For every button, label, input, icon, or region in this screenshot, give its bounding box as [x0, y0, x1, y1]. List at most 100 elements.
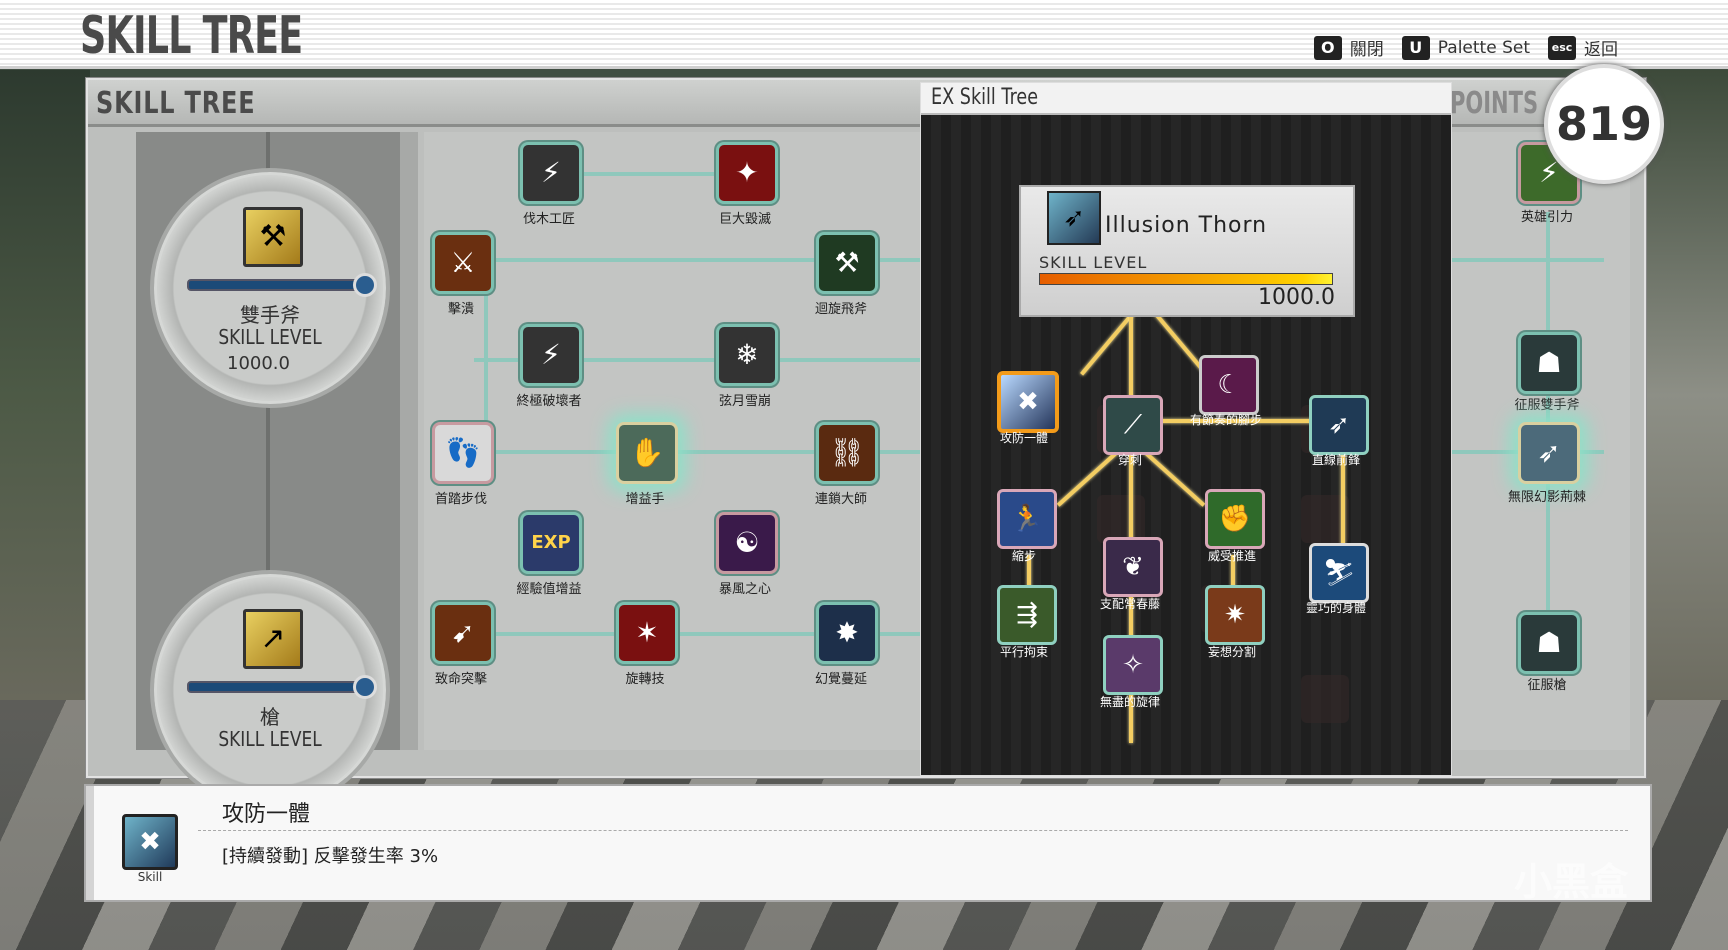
ex-node-11[interactable]: ✧	[1103, 635, 1163, 695]
skill-label: 首踏步伐	[434, 492, 487, 507]
skill-label: 旋轉技	[625, 672, 665, 687]
axe-icon: ⚒	[243, 207, 303, 267]
ex-node-6[interactable]: ✊	[1205, 489, 1265, 549]
skill-label: 巨大毀滅	[718, 212, 771, 227]
weapon-level-label: SKILL LEVEL	[218, 727, 322, 751]
weapon-level-label: SKILL LEVEL	[218, 325, 322, 349]
skill-name: Illusion Thorn	[1105, 213, 1268, 238]
ex-label: 直線前鋒	[1311, 453, 1360, 467]
skill-node-4[interactable]: ⚒	[816, 232, 878, 294]
illusion-thorn-icon: ➶	[1047, 191, 1101, 245]
ex-node-4[interactable]: ➶	[1309, 395, 1369, 455]
ex-grid: ➶ Illusion Thorn SKILL LEVEL 1000.0 ✖ 攻防一…	[921, 115, 1451, 775]
back-label: 返回	[1584, 40, 1618, 60]
skill-label: 幻覺蔓延	[814, 672, 867, 687]
background-garden-left	[0, 70, 90, 720]
spear-connector	[353, 675, 377, 699]
ex-label: 穿刺	[1117, 453, 1142, 467]
ex-label: 威受推進	[1207, 549, 1256, 563]
skill-node-17[interactable]: ➶	[1518, 422, 1580, 484]
weapon-card-spear[interactable]: ↗ 槍 SKILL LEVEL	[154, 574, 386, 806]
skill-description: [持續發動] 反擊發生率 3%	[222, 846, 439, 867]
axe-connector	[353, 273, 377, 297]
skill-label: 伐木工匠	[522, 212, 575, 227]
skill-node-13[interactable]: ✶	[616, 602, 678, 664]
axe-level-bar	[187, 279, 359, 291]
ex-node-7[interactable]: ⛷	[1309, 543, 1369, 603]
watermark: 小黑盒	[1513, 860, 1628, 904]
skill-node-6[interactable]: ❄	[716, 324, 778, 386]
skill-detail-panel: ✖ Skill 攻防一體 [持續發動] 反擊發生率 3%	[86, 786, 1650, 900]
skill-node-5[interactable]: ⚡	[520, 324, 582, 386]
page-title: SKILL TREE	[80, 6, 303, 66]
weapon-level-value: 1000.0	[227, 353, 290, 374]
divider	[198, 830, 1628, 831]
skill-label: 連鎖大師	[814, 492, 867, 507]
background-garden-right	[1638, 70, 1728, 720]
skill-node-1[interactable]: ⚡	[520, 142, 582, 204]
key-hints: O 關閉 U Palette Set esc 返回	[1313, 35, 1628, 60]
skill-node-10[interactable]: EXP	[520, 512, 582, 574]
ex-label: 靈巧的身體	[1305, 601, 1366, 615]
skill-label: 征服槍	[1527, 678, 1567, 693]
ex-node-2[interactable]: ☾	[1199, 355, 1259, 415]
ex-skill-tree-popup: EX Skill Tree ➶ Illusion Thorn SKILL LEV…	[920, 82, 1452, 776]
skill-label: 增益手	[625, 492, 665, 507]
ex-node-10[interactable]: ✷	[1205, 585, 1265, 645]
weapon-card-axe[interactable]: ⚒ 雙手斧 SKILL LEVEL 1000.0	[154, 172, 386, 404]
panel-title: SKILL TREE	[96, 86, 256, 121]
palette-label: Palette Set	[1437, 37, 1530, 58]
skill-level-label: SKILL LEVEL	[1039, 253, 1148, 272]
close-key[interactable]: O	[1313, 35, 1342, 60]
ex-label: 無盡的旋律	[1099, 695, 1160, 709]
ex-label: 平行拘束	[999, 645, 1048, 659]
skill-info-box: ➶ Illusion Thorn SKILL LEVEL 1000.0	[1019, 185, 1355, 317]
points-label: POINTS	[1450, 86, 1539, 121]
skill-node-18[interactable]: ☗	[1518, 612, 1580, 674]
skill-node-7[interactable]: 👣	[432, 422, 494, 484]
points-counter: 819	[1544, 64, 1664, 184]
ex-node-8[interactable]: ❦	[1103, 537, 1163, 597]
ex-node-5[interactable]: 🏃	[997, 489, 1057, 549]
skill-label: 弦月雪崩	[718, 394, 771, 409]
skill-label: 無限幻影荊棘	[1507, 490, 1586, 505]
skill-detail-name: 攻防一體	[222, 802, 311, 827]
weapon-name: 雙手斧	[240, 303, 300, 327]
skill-node-16[interactable]: ☗	[1518, 332, 1580, 394]
skill-node-2[interactable]: ✦	[716, 142, 778, 204]
close-label: 關閉	[1349, 40, 1384, 60]
ex-label: 有節奏的腳步	[1189, 413, 1262, 427]
ex-title: EX Skill Tree	[931, 85, 1039, 110]
skill-node-3[interactable]: ⚔	[432, 232, 494, 294]
ex-label: 支配常春藤	[1099, 597, 1160, 611]
skill-label: 征服雙手斧	[1514, 398, 1580, 413]
palette-key[interactable]: U	[1401, 35, 1430, 60]
skill-label: 經驗值增益	[516, 582, 582, 597]
skill-label: 終極破壞者	[516, 394, 582, 409]
skill-node-9[interactable]: ⛓	[816, 422, 878, 484]
ex-node-1[interactable]: ✖	[997, 371, 1059, 433]
skill-level-bar	[1039, 273, 1333, 285]
spear-level-bar	[187, 681, 359, 693]
weapon-name: 槍	[260, 705, 280, 729]
skill-node-8[interactable]: ✋	[616, 422, 678, 484]
skill-label: 擊潰	[447, 302, 474, 317]
top-bar: SKILL TREE O 關閉 U Palette Set esc 返回	[0, 0, 1728, 69]
skill-node-14[interactable]: ✸	[816, 602, 878, 664]
skill-icon: ✖	[122, 814, 178, 870]
back-key[interactable]: esc	[1548, 35, 1576, 60]
skill-node-12[interactable]: ➹	[432, 602, 494, 664]
ex-node-9[interactable]: ⇶	[997, 585, 1057, 645]
skill-label: 迴旋飛斧	[814, 302, 867, 317]
spear-icon: ↗	[243, 609, 303, 669]
weapon-column: ⚒ 雙手斧 SKILL LEVEL 1000.0 ↗ 槍 SKILL LEVEL	[136, 132, 400, 806]
skill-label: 英雄引力	[1520, 210, 1573, 225]
ex-label: 妄想分割	[1207, 645, 1256, 659]
skill-category: Skill	[137, 870, 163, 884]
skill-node-11[interactable]: ☯	[716, 512, 778, 574]
ex-label: 攻防一體	[999, 431, 1048, 445]
skill-level-value: 1000.0	[1258, 285, 1335, 310]
ex-node-3[interactable]: ⟋	[1103, 395, 1163, 455]
skill-label: 致命突擊	[434, 672, 487, 687]
column-divider	[400, 132, 418, 750]
